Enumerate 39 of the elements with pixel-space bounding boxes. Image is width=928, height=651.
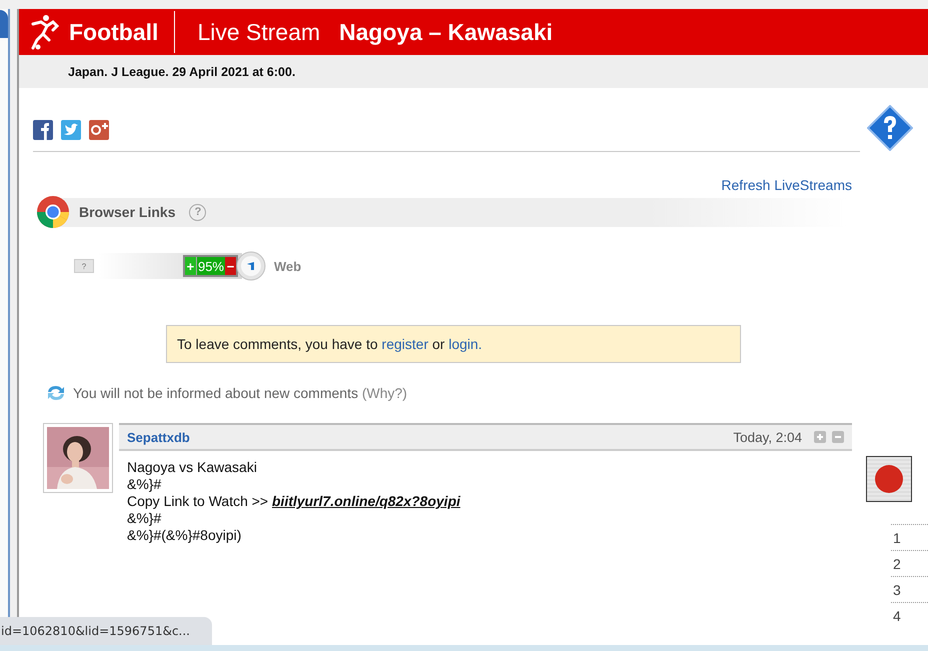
sport-title: Football [69, 18, 158, 46]
rating-value: 95% [196, 257, 225, 275]
register-link[interactable]: register [382, 336, 428, 352]
author-link[interactable]: Sepattxdb [127, 430, 728, 444]
window-edge [0, 10, 8, 38]
help-button[interactable]: ? [74, 259, 94, 273]
google-plus-icon[interactable] [89, 120, 109, 140]
section-title: Browser Links [79, 204, 176, 220]
watch-link[interactable]: biitlyurl7.online/q82x?8oyipi [272, 493, 460, 509]
help-diamond-icon[interactable] [867, 105, 913, 151]
stream-label[interactable]: Web [274, 258, 302, 274]
match-info: Japan. J League. 29 April 2021 at 6:00. [68, 64, 296, 78]
notification-text: You will not be informed about new comments (Why?) [73, 385, 408, 401]
upvote-button[interactable]: + [184, 257, 197, 275]
comment-time: Today, 2:04 [733, 430, 802, 444]
status-url: id=1062810&lid=1596751&c... [0, 617, 212, 645]
login-link[interactable]: login. [448, 336, 482, 352]
facebook-icon[interactable] [33, 120, 53, 140]
record-icon [874, 464, 904, 494]
comment-line: &%}# [127, 510, 162, 527]
downvote-button[interactable]: − [225, 257, 236, 275]
list-number: 1 [893, 530, 901, 546]
footballer-icon [29, 14, 59, 50]
bird-icon[interactable] [61, 120, 81, 140]
match-title: Nagoya – Kawasaki [339, 18, 553, 46]
refresh-link[interactable]: Refresh LiveStreams [721, 177, 852, 193]
comment-line: Copy Link to Watch >> biitlyurl7.online/q82x?8oyipi [127, 493, 462, 510]
comment-line: Nagoya vs Kawasaki [127, 459, 258, 476]
list-number: 2 [893, 556, 901, 572]
section-title: Live Stream [197, 18, 320, 46]
browser-logo-icon [36, 195, 70, 229]
refresh-arrows-icon [46, 384, 66, 402]
comment-line: &%}# [127, 476, 162, 493]
why-link[interactable]: (Why?) [362, 385, 408, 401]
comment-line: &%}#(&%}#8oyipi) [127, 527, 242, 544]
list-number: 3 [893, 582, 901, 598]
notice-text: To leave comments, you have to register or login. [177, 336, 482, 352]
record-button[interactable] [866, 456, 912, 502]
list-number: 4 [893, 608, 901, 624]
